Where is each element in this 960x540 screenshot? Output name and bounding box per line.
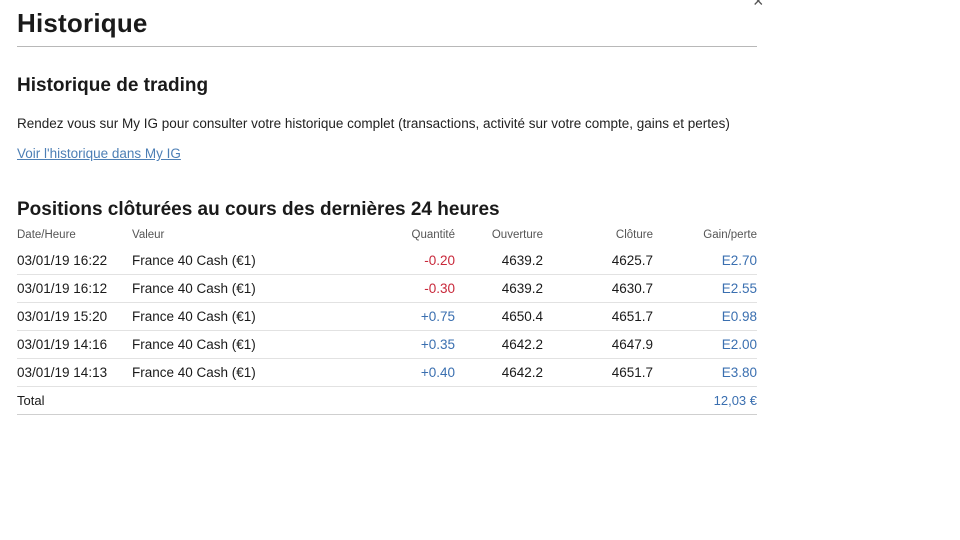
row-close: 4651.7 [543, 302, 653, 331]
row-date: 03/01/19 14:16 [17, 330, 132, 359]
row-close: 4647.9 [543, 330, 653, 359]
close-icon[interactable]: × [753, 0, 764, 10]
row-gain: E3.80 [653, 358, 757, 387]
row-close: 4630.7 [543, 274, 653, 303]
trading-history-title: Historique de trading [17, 75, 209, 96]
page-title: Historique [17, 8, 148, 38]
row-date: 03/01/19 16:22 [17, 247, 132, 275]
table-row[interactable]: 03/01/19 14:13 France 40 Cash (€1) +0.40… [17, 358, 757, 387]
row-open: 4642.2 [455, 330, 543, 359]
row-close: 4625.7 [543, 247, 653, 275]
table-row[interactable]: 03/01/19 15:20 France 40 Cash (€1) +0.75… [17, 302, 757, 331]
row-close: 4651.7 [543, 358, 653, 387]
column-header-open: Ouverture [491, 229, 543, 241]
row-value: France 40 Cash (€1) [132, 358, 347, 387]
column-header-value: Valeur [132, 229, 165, 241]
row-value: France 40 Cash (€1) [132, 274, 347, 303]
table-header-row: Date/Heure Valeur Quantité Ouverture Clô… [17, 227, 757, 247]
header-divider [17, 46, 757, 47]
column-header-date: Date/Heure [17, 229, 76, 241]
row-date: 03/01/19 16:12 [17, 274, 132, 303]
closed-positions-title: Positions clôturées au cours des dernièr… [17, 199, 500, 220]
table-row[interactable]: 03/01/19 14:16 France 40 Cash (€1) +0.35… [17, 330, 757, 359]
row-quantity: -0.30 [347, 274, 455, 303]
row-open: 4650.4 [455, 302, 543, 331]
row-gain: E2.55 [653, 274, 757, 303]
row-open: 4642.2 [455, 358, 543, 387]
row-date: 03/01/19 15:20 [17, 302, 132, 331]
row-value: France 40 Cash (€1) [132, 247, 347, 275]
row-quantity: +0.40 [347, 358, 455, 387]
row-open: 4639.2 [455, 274, 543, 303]
total-row: Total 12,03 € [17, 386, 757, 415]
row-gain: E2.70 [653, 247, 757, 275]
table-row[interactable]: 03/01/19 16:22 France 40 Cash (€1) -0.20… [17, 247, 757, 275]
row-gain: E2.00 [653, 330, 757, 359]
row-quantity: +0.75 [347, 302, 455, 331]
history-panel: × Historique Historique de trading Rende… [17, 0, 764, 415]
total-value: 12,03 € [653, 386, 757, 415]
row-value: France 40 Cash (€1) [132, 330, 347, 359]
view-history-link[interactable]: Voir l'historique dans My IG [17, 146, 181, 161]
column-header-gain: Gain/perte [703, 229, 757, 241]
row-quantity: -0.20 [347, 247, 455, 275]
column-header-close: Clôture [615, 229, 653, 241]
row-value: France 40 Cash (€1) [132, 302, 347, 331]
table-row[interactable]: 03/01/19 16:12 France 40 Cash (€1) -0.30… [17, 274, 757, 303]
closed-positions-table: Date/Heure Valeur Quantité Ouverture Clô… [17, 227, 757, 415]
column-header-quantity: Quantité [411, 229, 455, 241]
total-label: Total [17, 386, 132, 415]
row-gain: E0.98 [653, 302, 757, 331]
row-date: 03/01/19 14:13 [17, 358, 132, 387]
row-quantity: +0.35 [347, 330, 455, 359]
trading-history-description: Rendez vous sur My IG pour consulter vot… [17, 116, 730, 131]
row-open: 4639.2 [455, 247, 543, 275]
